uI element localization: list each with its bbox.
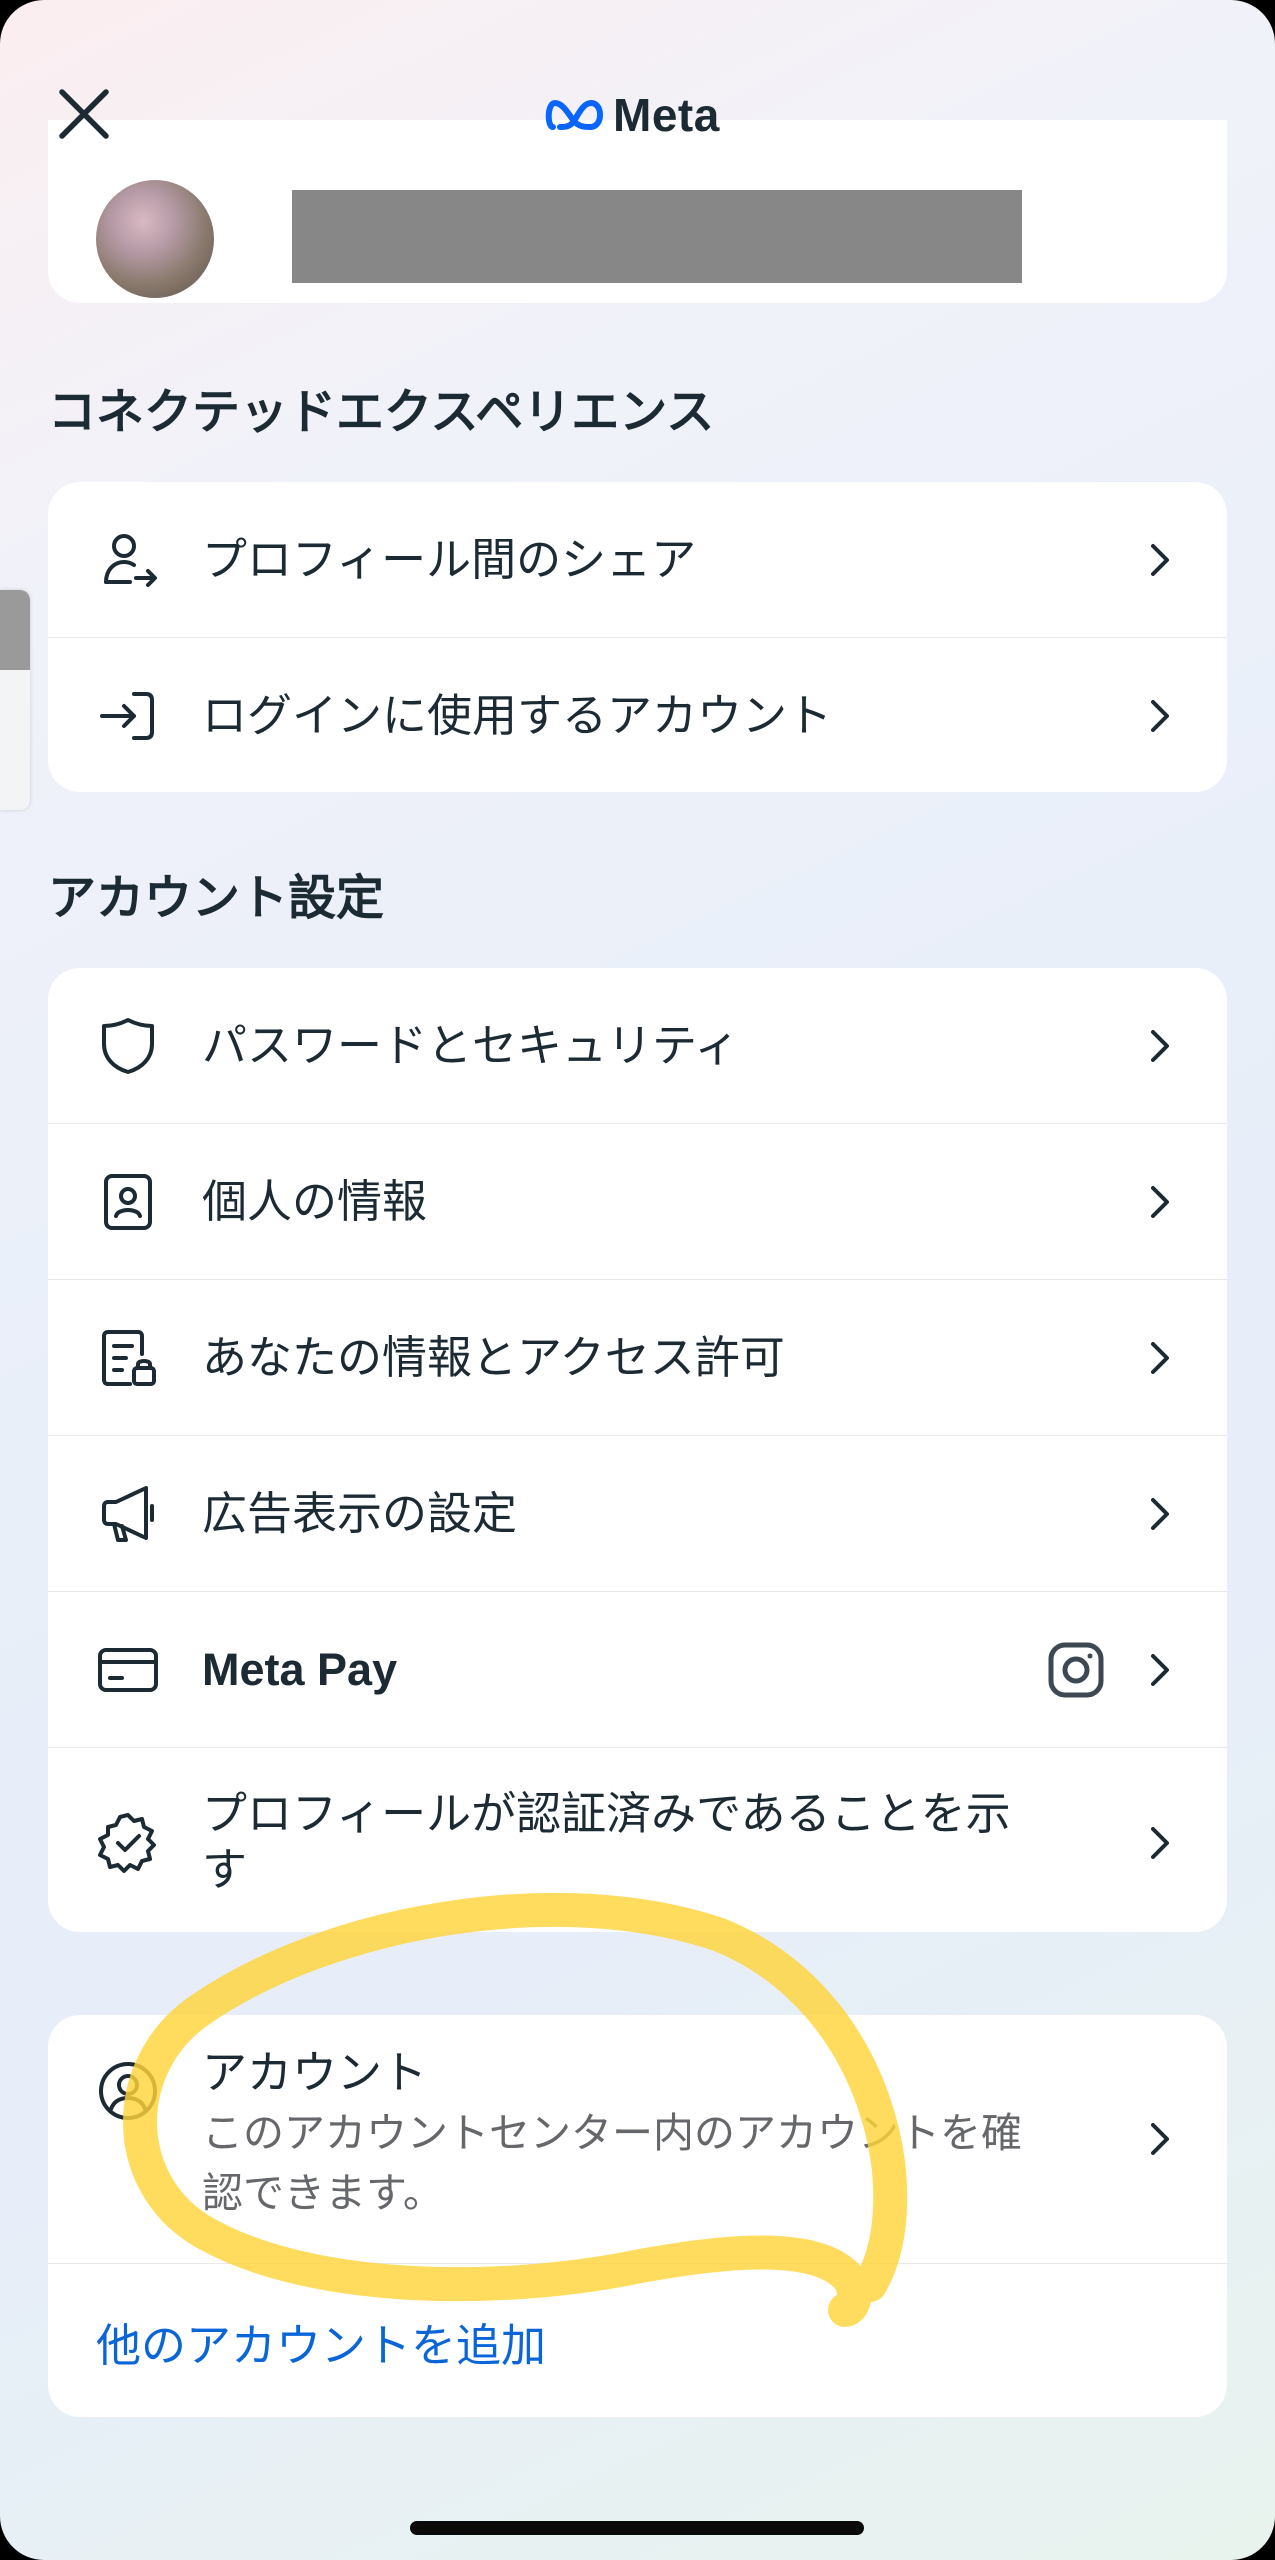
accounts-title: アカウント (202, 2046, 428, 2099)
verified-badge-icon (96, 1811, 160, 1875)
row-label-multiline: プロフィールが認証済みであることを示 す (202, 1786, 1011, 1898)
row-label: パスワードとセキュリティ (202, 1018, 740, 1072)
shield-icon (96, 1014, 160, 1078)
row-info-permissions[interactable]: あなたの情報とアクセス許可 (48, 1280, 1227, 1436)
id-card-icon (96, 1170, 160, 1234)
credit-card-icon (96, 1638, 160, 1702)
chevron-right-icon (1151, 1497, 1169, 1530)
close-icon (59, 89, 109, 139)
header: Meta (0, 0, 1275, 190)
accounts-text-block: アカウント このアカウントセンター内のアカウントを確 認できます。 (202, 2043, 1022, 2223)
row-personal-info[interactable]: 個人の情報 (48, 1124, 1227, 1280)
profile-share-icon (96, 528, 160, 592)
connected-experiences-title: コネクテッドエクスペリエンス (48, 384, 715, 440)
row-login-accounts[interactable]: ログインに使用するアカウント (48, 638, 1227, 792)
row-verified-profile[interactable]: プロフィールが認証済みであることを示 す (48, 1748, 1227, 1932)
chevron-right-icon (1151, 1341, 1169, 1374)
user-circle-icon (96, 2059, 160, 2123)
row-label: 広告表示の設定 (202, 1486, 518, 1540)
chevron-right-icon (1151, 699, 1169, 732)
account-settings-card: パスワードとセキュリティ 個人の情報 あなたの情報とアクセス許可 広告表示の設定… (48, 968, 1227, 1932)
row-ad-preferences[interactable]: 広告表示の設定 (48, 1436, 1227, 1592)
row-label: ログインに使用するアカウント (202, 688, 833, 742)
meta-infinity-icon (545, 100, 603, 130)
add-account-link[interactable]: 他のアカウントを追加 (48, 2264, 1227, 2417)
meta-logo: Meta (545, 88, 720, 142)
add-account-label[interactable]: 他のアカウントを追加 (96, 2309, 546, 2374)
chevron-right-icon (1151, 1029, 1169, 1062)
megaphone-icon (96, 1482, 160, 1546)
chevron-right-icon (1151, 1185, 1169, 1218)
document-lock-icon (96, 1326, 160, 1390)
account-center-screen: Meta コネクテッドエクスペリエンス プロフィール間のシェア ログインに使用す… (0, 0, 1275, 2560)
close-button[interactable] (48, 78, 120, 150)
chevron-right-icon (1151, 2123, 1169, 2155)
side-peek-tab[interactable] (0, 590, 30, 810)
row-label: Meta Pay (202, 1643, 398, 1695)
row-label-line1: プロフィールが認証済みであることを示 (202, 1787, 1011, 1840)
row-password-security[interactable]: パスワードとセキュリティ (48, 968, 1227, 1124)
chevron-right-icon (1151, 1653, 1169, 1686)
accounts-description-line2: 認できます。 (202, 2169, 444, 2217)
row-label: あなたの情報とアクセス許可 (202, 1330, 785, 1384)
row-label: 個人の情報 (202, 1174, 428, 1228)
redacted-profile-name (292, 190, 1022, 283)
accounts-card: アカウント このアカウントセンター内のアカウントを確 認できます。 他のアカウン… (48, 2015, 1227, 2417)
row-meta-pay[interactable]: Meta Pay (48, 1592, 1227, 1748)
chevron-right-icon (1151, 543, 1169, 576)
meta-brand-text: Meta (613, 89, 720, 141)
avatar (96, 180, 214, 298)
home-indicator[interactable] (410, 2521, 864, 2535)
row-accounts[interactable]: アカウント このアカウントセンター内のアカウントを確 認できます。 (48, 2015, 1227, 2264)
chevron-right-icon (1151, 1826, 1169, 1859)
row-label: プロフィール間のシェア (202, 532, 697, 586)
account-settings-title: アカウント設定 (48, 870, 385, 926)
connected-experiences-card: プロフィール間のシェア ログインに使用するアカウント (48, 482, 1227, 792)
login-arrow-icon (96, 684, 160, 748)
row-label-line2: す (202, 1843, 248, 1896)
row-profile-share[interactable]: プロフィール間のシェア (48, 482, 1227, 638)
instagram-icon (1048, 1642, 1104, 1697)
accounts-description-line1: このアカウントセンター内のアカウントを確 (202, 2109, 1022, 2157)
